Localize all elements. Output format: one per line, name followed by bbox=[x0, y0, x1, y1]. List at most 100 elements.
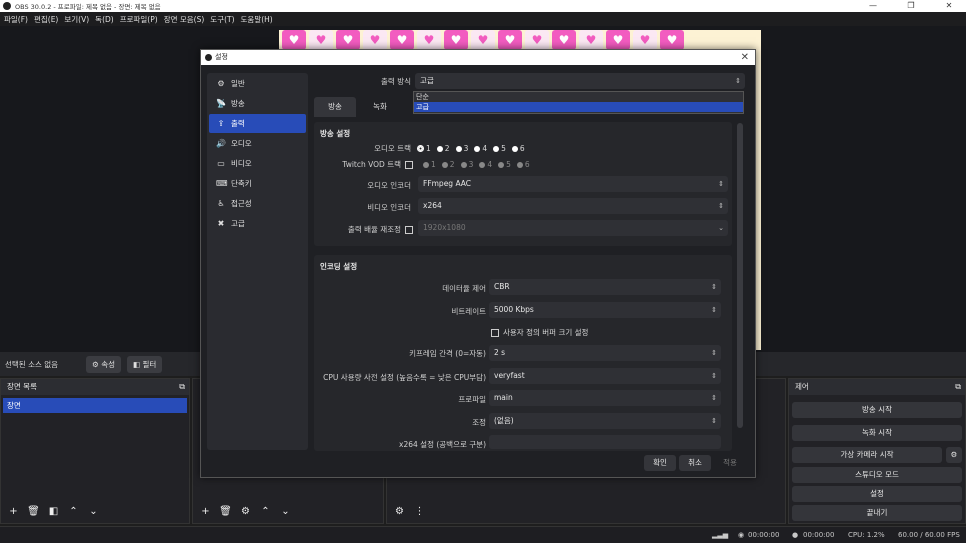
studio-mode-button[interactable]: 스튜디오 모드 bbox=[792, 467, 962, 483]
audio-track-row: 오디오 트랙 1 2 3 4 5 6 bbox=[331, 143, 525, 154]
tab-recording[interactable]: 녹화 bbox=[359, 97, 401, 117]
vod-radio-2[interactable] bbox=[441, 161, 448, 168]
vod-radio-3[interactable] bbox=[460, 161, 467, 168]
video-encoder-select[interactable]: x264 ⇕ bbox=[418, 198, 728, 214]
settings-button[interactable]: 설정 bbox=[792, 486, 962, 502]
track-radio-5[interactable] bbox=[493, 145, 500, 152]
move-down-icon[interactable]: ⌄ bbox=[85, 504, 102, 519]
track-num: 5 bbox=[501, 144, 506, 153]
menu-file[interactable]: 파일(F) bbox=[4, 14, 28, 25]
track-radio-2[interactable] bbox=[436, 145, 443, 152]
vod-radio-4[interactable] bbox=[479, 161, 486, 168]
add-icon[interactable]: + bbox=[197, 504, 214, 519]
track-radio-4[interactable] bbox=[474, 145, 481, 152]
x264-options-input[interactable] bbox=[489, 435, 721, 449]
vod-radio-1[interactable] bbox=[423, 161, 429, 168]
nav-label: 단축키 bbox=[231, 179, 252, 188]
tune-row: 조정 bbox=[401, 417, 486, 428]
vod-radio-6[interactable] bbox=[516, 161, 523, 168]
settings-scrollbar[interactable] bbox=[737, 123, 743, 428]
settings-title: 설정 bbox=[215, 53, 228, 61]
controls-title: 제어 bbox=[795, 382, 809, 391]
menu-docks[interactable]: 독(D) bbox=[95, 14, 114, 25]
rate-control-value: CBR bbox=[494, 282, 510, 291]
rescale-checkbox[interactable] bbox=[405, 225, 413, 234]
output-mode-row: 출력 방식 bbox=[371, 76, 411, 87]
status-bar: ▂▃▅ ◉ 00:00:00 ● 00:00:00 CPU: 1.2% 60.0… bbox=[0, 526, 966, 543]
nav-item-stream[interactable]: 📡 방송 bbox=[209, 94, 306, 113]
start-virtual-camera-button[interactable]: 가상 카메라 시작 bbox=[792, 447, 942, 463]
nav-item-video[interactable]: ▭ 비디오 bbox=[209, 154, 306, 173]
audio-encoder-select[interactable]: FFmpeg AAC ⇕ bbox=[418, 176, 728, 192]
gear-icon[interactable]: ⚙ bbox=[237, 504, 254, 519]
speaker-icon: 🔊 bbox=[216, 139, 226, 148]
maximize-button[interactable]: ❐ bbox=[896, 0, 926, 12]
nav-item-output[interactable]: ⇪ 출력 bbox=[209, 114, 306, 133]
move-down-icon[interactable]: ⌄ bbox=[277, 504, 294, 519]
trash-icon[interactable]: 🗑 bbox=[25, 504, 42, 519]
move-up-icon[interactable]: ⌃ bbox=[65, 504, 82, 519]
controls-dock-title: 제어 ⧉ bbox=[789, 379, 965, 395]
profile-select[interactable]: main ⇕ bbox=[489, 390, 721, 406]
preset-select[interactable]: veryfast ⇕ bbox=[489, 368, 721, 384]
output-mode-dropdown[interactable]: 단순 고급 bbox=[413, 91, 744, 114]
exit-button[interactable]: 끝내기 bbox=[792, 505, 962, 521]
minimize-button[interactable]: — bbox=[858, 0, 888, 12]
track-radio-6[interactable] bbox=[511, 145, 518, 152]
rescale-select[interactable]: 1920x1080 ⌄ bbox=[418, 220, 728, 236]
keyframe-spinbox[interactable]: 2 s ⇕ bbox=[489, 345, 721, 361]
add-icon[interactable]: + bbox=[5, 504, 22, 519]
move-up-icon[interactable]: ⌃ bbox=[257, 504, 274, 519]
obs-logo-icon bbox=[205, 54, 212, 61]
output-mode-select[interactable]: 고급 ⇕ bbox=[415, 73, 745, 89]
antenna-icon: 📡 bbox=[216, 99, 226, 108]
nav-item-advanced[interactable]: ✖ 고급 bbox=[209, 214, 306, 233]
mixer-settings-icon[interactable]: ⚙ bbox=[391, 504, 408, 519]
keyframe-label: 키프레임 간격 (0=자동) bbox=[409, 349, 486, 358]
cancel-button[interactable]: 취소 bbox=[679, 455, 711, 471]
controls-dock: 제어 ⧉ 방송 시작 녹화 시작 가상 카메라 시작 ⚙ 스튜디오 모드 설정 … bbox=[788, 378, 966, 524]
custom-buffer-checkbox[interactable] bbox=[491, 328, 499, 337]
start-recording-button[interactable]: 녹화 시작 bbox=[792, 425, 962, 441]
close-icon[interactable]: ✕ bbox=[741, 50, 749, 65]
rate-control-select[interactable]: CBR ⇕ bbox=[489, 279, 721, 295]
tune-select[interactable]: (없음) ⇕ bbox=[489, 413, 721, 429]
bitrate-spinbox[interactable]: 5000 Kbps ⇕ bbox=[489, 302, 721, 318]
track-num: 1 bbox=[426, 144, 431, 153]
nav-item-hotkeys[interactable]: ⌨ 단축키 bbox=[209, 174, 306, 193]
undock-icon[interactable]: ⧉ bbox=[955, 379, 961, 395]
fps-display: 60.00 / 60.00 FPS bbox=[898, 531, 960, 539]
menu-view[interactable]: 보기(V) bbox=[64, 14, 89, 25]
output-mode-option-simple[interactable]: 단순 bbox=[414, 92, 743, 102]
nav-label: 비디오 bbox=[231, 159, 252, 168]
keyboard-icon: ⌨ bbox=[216, 179, 228, 188]
menu-tools[interactable]: 도구(T) bbox=[210, 14, 234, 25]
undock-icon[interactable]: ⧉ bbox=[179, 379, 185, 395]
menu-scene-collection[interactable]: 장면 모음(S) bbox=[164, 14, 205, 25]
vod-radio-5[interactable] bbox=[498, 161, 505, 168]
record-status-icon: ● bbox=[792, 531, 799, 539]
cpu-usage: CPU: 1.2% bbox=[848, 531, 885, 539]
properties-button[interactable]: ⚙ 속성 bbox=[86, 355, 121, 373]
tab-stream[interactable]: 방송 bbox=[314, 97, 356, 117]
scene-item[interactable]: 장면 bbox=[3, 398, 187, 413]
start-streaming-button[interactable]: 방송 시작 bbox=[792, 402, 962, 418]
menu-profile[interactable]: 프로파일(P) bbox=[120, 14, 158, 25]
virtual-camera-settings-icon[interactable]: ⚙ bbox=[946, 447, 962, 463]
track-radio-3[interactable] bbox=[455, 145, 462, 152]
menu-help[interactable]: 도움말(H) bbox=[241, 14, 273, 25]
nav-item-general[interactable]: ⚙ 일반 bbox=[209, 74, 306, 93]
apply-button[interactable]: 적용 bbox=[714, 455, 746, 471]
more-options-icon[interactable]: ⋮ bbox=[411, 504, 428, 519]
nav-item-accessibility[interactable]: ♿ 접근성 bbox=[209, 194, 306, 213]
track-radio-1[interactable] bbox=[417, 145, 424, 152]
menu-edit[interactable]: 편집(E) bbox=[34, 14, 58, 25]
trash-icon[interactable]: 🗑 bbox=[217, 504, 234, 519]
vod-track-checkbox[interactable] bbox=[405, 160, 413, 169]
output-mode-option-advanced[interactable]: 고급 bbox=[414, 102, 743, 112]
close-button[interactable]: ✕ bbox=[934, 0, 964, 12]
nav-item-audio[interactable]: 🔊 오디오 bbox=[209, 134, 306, 153]
filter-icon[interactable]: ◧ bbox=[45, 504, 62, 519]
filters-button[interactable]: ◧ 필터 bbox=[127, 355, 163, 373]
ok-button[interactable]: 확인 bbox=[644, 455, 676, 471]
